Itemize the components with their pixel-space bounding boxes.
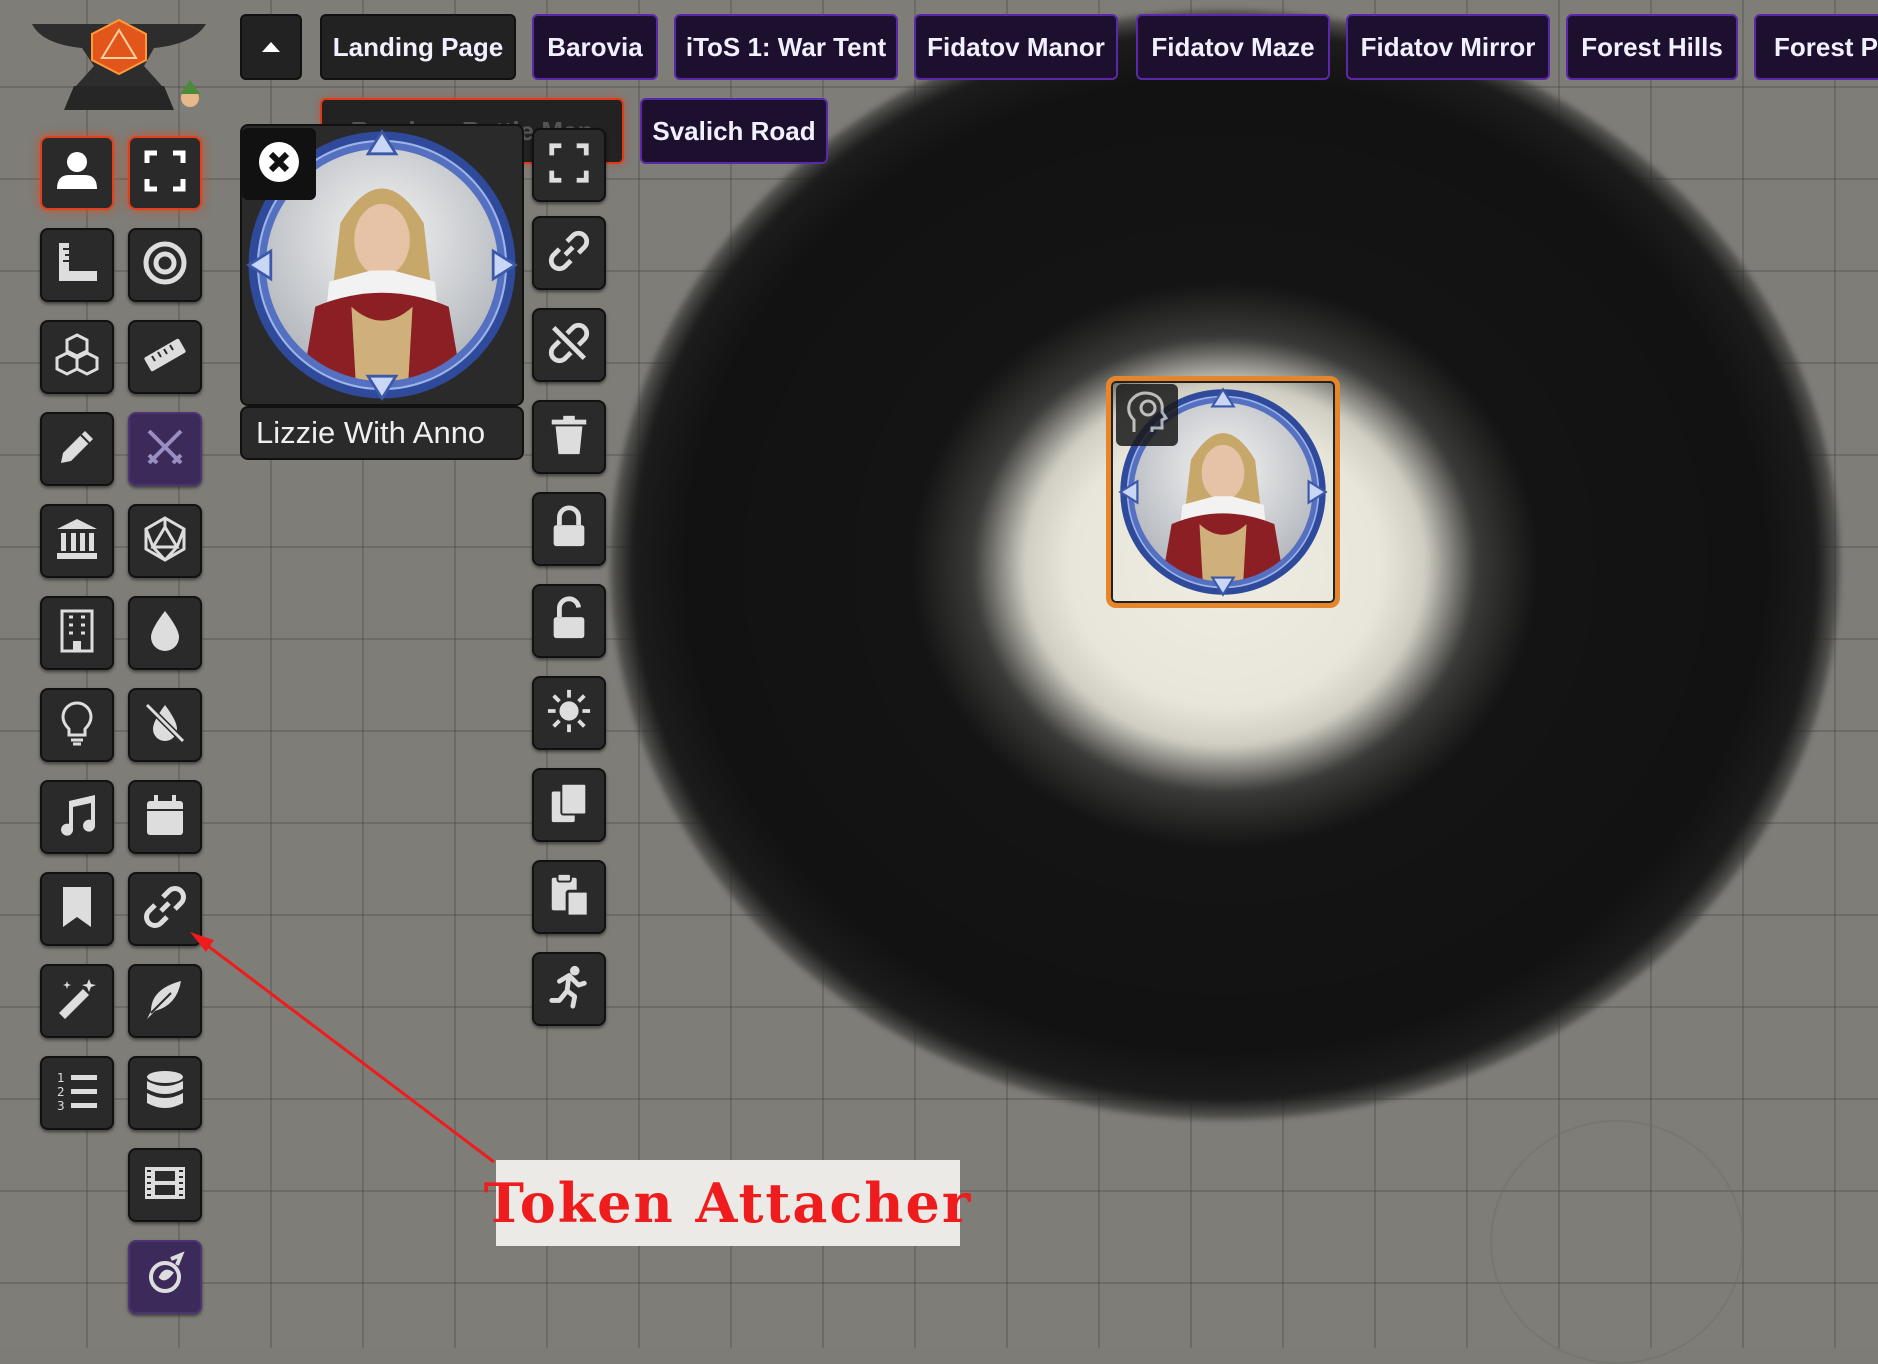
trash-icon	[546, 412, 592, 462]
ruler-icon	[141, 331, 189, 383]
unlock-icon	[546, 596, 592, 646]
expand-icon	[546, 140, 592, 190]
token-paste-button[interactable]	[532, 860, 606, 934]
close-icon	[255, 138, 303, 190]
fluid-tool-button[interactable]	[128, 596, 202, 670]
token-light-button[interactable]	[532, 676, 606, 750]
tab-landing-page[interactable]: Landing Page	[320, 14, 516, 80]
building-icon	[53, 607, 101, 659]
running-icon	[546, 964, 592, 1014]
film-icon	[141, 1159, 189, 1211]
ruler-tool-button[interactable]	[128, 320, 202, 394]
unlink-icon	[546, 320, 592, 370]
magic-wand-icon	[53, 975, 101, 1027]
annotation-label: Token Attacher	[484, 1160, 970, 1246]
initiative-tool-button[interactable]: 123	[40, 1056, 114, 1130]
token-name-label: Lizzie With Anno	[240, 406, 524, 460]
measure-tool-button[interactable]	[40, 228, 114, 302]
link-icon	[546, 228, 592, 278]
target-icon	[141, 239, 189, 291]
landmark-icon	[53, 515, 101, 567]
walls-tool-button[interactable]	[40, 596, 114, 670]
link-icon	[141, 883, 189, 935]
tab-fidatov-mirror[interactable]: Fidatov Mirror	[1346, 14, 1550, 80]
tab-fidatov-maze[interactable]: Fidatov Maze	[1136, 14, 1330, 80]
fullscreen-button[interactable]	[128, 136, 202, 210]
paste-icon	[546, 872, 592, 922]
aoe-target-button[interactable]	[128, 228, 202, 302]
thinking-head-icon	[1122, 388, 1172, 442]
svg-text:3: 3	[57, 1099, 65, 1113]
token-status-marker	[1116, 384, 1178, 446]
copy-icon	[546, 780, 592, 830]
dice-tool-button[interactable]	[128, 504, 202, 578]
token-unlink-button[interactable]	[532, 308, 606, 382]
map-drawing	[1490, 1120, 1744, 1364]
module-tool-button[interactable]	[128, 1240, 202, 1314]
notes-tool-button[interactable]	[40, 872, 114, 946]
combat-tool-button[interactable]	[128, 412, 202, 486]
ruler-square-icon	[53, 239, 101, 291]
calendar-tool-button[interactable]	[128, 780, 202, 854]
quill-tool-button[interactable]	[128, 964, 202, 1038]
caret-up-icon	[260, 35, 282, 59]
token-movement-button[interactable]	[532, 952, 606, 1026]
close-hud-button[interactable]	[242, 128, 316, 200]
pencil-icon	[53, 423, 101, 475]
droplet-icon	[141, 607, 189, 659]
lightbulb-icon	[53, 699, 101, 751]
module-icon	[141, 1251, 189, 1303]
token-expand-button[interactable]	[532, 128, 606, 202]
database-tool-button[interactable]	[128, 1056, 202, 1130]
tab-svalich-road[interactable]: Svalich Road	[640, 98, 828, 164]
bookmark-icon	[53, 883, 101, 935]
effects-tool-button[interactable]	[40, 964, 114, 1038]
sun-icon	[546, 688, 592, 738]
calendar-icon	[141, 791, 189, 843]
tab-barovia[interactable]: Barovia	[532, 14, 658, 80]
journal-tool-button[interactable]	[40, 504, 114, 578]
toggle-tabs-button[interactable]	[240, 14, 302, 80]
svg-text:2: 2	[57, 1085, 65, 1099]
cubes-icon	[53, 331, 101, 383]
sounds-tool-button[interactable]	[40, 780, 114, 854]
token-delete-button[interactable]	[532, 400, 606, 474]
lock-icon	[546, 504, 592, 554]
database-icon	[141, 1067, 189, 1119]
tab-forest-po[interactable]: Forest Po	[1754, 14, 1878, 80]
select-tool-button[interactable]	[40, 136, 114, 210]
anvil-logo	[32, 18, 206, 110]
user-icon	[53, 147, 101, 199]
svg-text:1: 1	[57, 1071, 65, 1085]
token-copy-button[interactable]	[532, 768, 606, 842]
lighting-tool-button[interactable]	[40, 688, 114, 762]
feather-icon	[141, 975, 189, 1027]
crossed-swords-icon	[141, 423, 189, 475]
token-attacher-button[interactable]	[128, 872, 202, 946]
fog-tool-button[interactable]	[128, 688, 202, 762]
cinematic-tool-button[interactable]	[128, 1148, 202, 1222]
drawing-tool-button[interactable]	[40, 412, 114, 486]
droplet-slash-icon	[141, 699, 189, 751]
token-unlock-button[interactable]	[532, 584, 606, 658]
tab-fidatov-manor[interactable]: Fidatov Manor	[914, 14, 1118, 80]
token-lock-button[interactable]	[532, 492, 606, 566]
expand-icon	[141, 147, 189, 199]
tiles-tool-button[interactable]	[40, 320, 114, 394]
token-link-button[interactable]	[532, 216, 606, 290]
music-icon	[53, 791, 101, 843]
d20-icon	[141, 515, 189, 567]
tab-forest-hills[interactable]: Forest Hills	[1566, 14, 1738, 80]
tab-war-tent[interactable]: iToS 1: War Tent	[674, 14, 898, 80]
list-ol-icon: 123	[53, 1067, 101, 1119]
